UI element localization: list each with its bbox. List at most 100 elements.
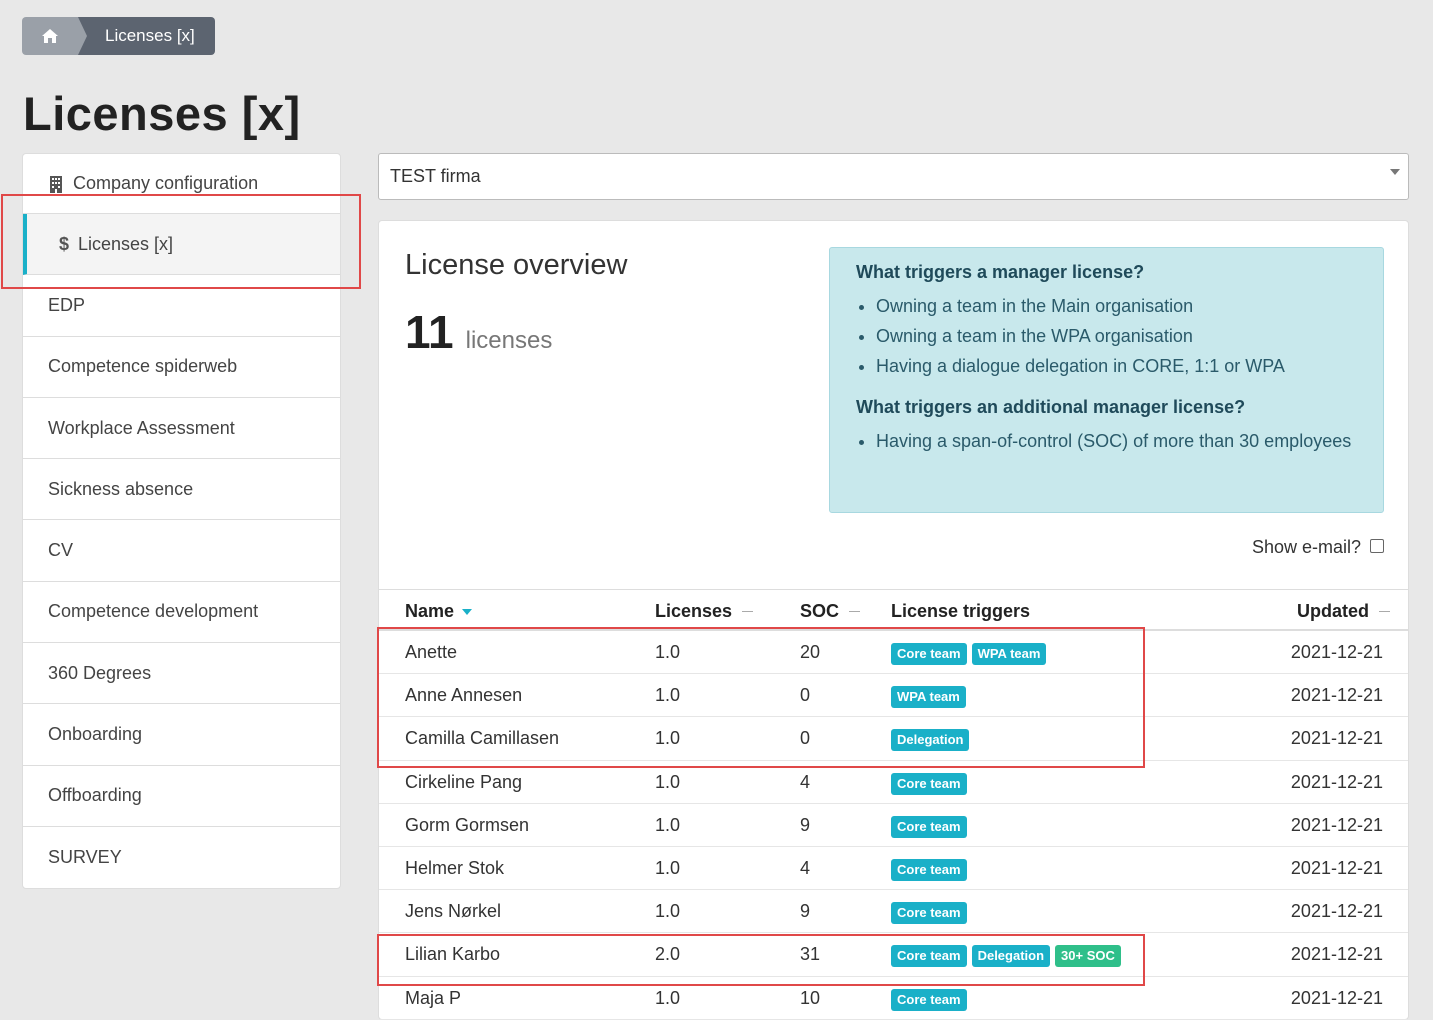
col-updated-label: Updated: [1297, 601, 1369, 621]
info-heading: What triggers a manager license?: [856, 262, 1145, 282]
table-row: Jens Nørkel 1.0 9 Core team 2021-12-21: [379, 890, 1408, 934]
info-list-item: Owning a team in the Main organisation: [876, 291, 1357, 321]
cell-soc: 0: [800, 728, 811, 749]
info-list: Owning a team in the Main organisation O…: [856, 291, 1357, 381]
col-soc-header[interactable]: SOC: [800, 601, 861, 622]
table-row: Helmer Stok 1.0 4 Core team 2021-12-21: [379, 847, 1408, 891]
cell-triggers: Core team: [891, 988, 967, 1011]
cell-licenses: 1.0: [655, 728, 681, 749]
cell-triggers: Core team WPA team: [891, 643, 1047, 665]
sidebar-item-competence-development[interactable]: Competence development: [23, 582, 340, 644]
sidebar-item-label: Offboarding: [48, 785, 142, 806]
cell-licenses: 2.0: [655, 944, 681, 965]
license-count-label: licenses: [465, 327, 553, 354]
license-table: Name Licenses SOC License triggers Updat…: [379, 589, 1408, 1020]
sidebar-item-360-degrees[interactable]: 360 Degrees: [23, 643, 340, 705]
overview-title: License overview: [405, 249, 628, 281]
cell-triggers: WPA team: [891, 686, 966, 709]
trigger-badge: Core team: [891, 815, 967, 838]
sort-desc-icon: [462, 608, 473, 615]
chevron-down-icon: [1390, 169, 1400, 175]
license-count: 11 licenses: [405, 305, 552, 359]
table-row: Anette 1.0 20 Core team WPA team 2021-12-21: [379, 631, 1408, 675]
sidebar-item-cv[interactable]: CV: [23, 520, 340, 582]
cell-licenses: 1.0: [655, 814, 681, 835]
cell-triggers: Core team: [891, 772, 967, 795]
show-email-label: Show e-mail?: [1251, 537, 1361, 557]
col-licenses-label: Licenses: [655, 601, 733, 621]
sidebar-item-competence-spiderweb[interactable]: Competence spiderweb: [23, 337, 340, 398]
cell-updated: 2021-12-21: [1290, 728, 1383, 749]
cell-licenses: 1.0: [655, 642, 681, 662]
cell-name: Gorm Gormsen: [405, 814, 530, 835]
sidebar-item-licenses[interactable]: $ Licenses [x]: [23, 214, 340, 276]
cell-soc: 9: [800, 901, 811, 922]
trigger-badge: 30+ SOC: [1055, 945, 1121, 968]
cell-updated: 2021-12-21: [1290, 987, 1383, 1008]
cell-soc: 4: [800, 771, 811, 792]
info-list-item: Having a dialogue delegation in CORE, 1:…: [876, 351, 1357, 381]
trigger-badge: Delegation: [891, 729, 970, 752]
trigger-badge: Core team: [891, 988, 967, 1011]
sidebar-item-label: Competence spiderweb: [48, 356, 238, 377]
trigger-badge: Core team: [891, 772, 967, 795]
cell-soc: 20: [800, 642, 821, 662]
cell-updated: 2021-12-21: [1290, 771, 1383, 792]
cell-name: Camilla Camillasen: [405, 728, 560, 749]
sort-none-icon: [849, 611, 861, 612]
cell-licenses: 1.0: [655, 857, 681, 878]
table-row: Anne Annesen 1.0 0 WPA team 2021-12-21: [379, 674, 1408, 718]
cell-triggers: Core team Delegation 30+ SOC: [891, 945, 1121, 968]
cell-triggers: Delegation: [891, 729, 970, 752]
cell-updated: 2021-12-21: [1290, 814, 1383, 835]
cell-soc: 0: [800, 685, 811, 706]
sidebar-item-survey[interactable]: SURVEY: [23, 827, 340, 888]
page-title: Licenses [x]: [23, 87, 301, 140]
license-panel: License overview 11 licenses What trigge…: [378, 220, 1409, 1020]
table-row: Maja P 1.0 10 Core team 2021-12-21: [379, 977, 1408, 1020]
sort-none-icon: [1379, 611, 1390, 612]
col-updated-header[interactable]: Updated: [1297, 601, 1390, 622]
sidebar-item-label: EDP: [48, 294, 86, 315]
cell-soc: 9: [800, 814, 811, 835]
info-heading: What triggers an additional manager lice…: [856, 397, 1246, 417]
company-select-value: TEST firma: [390, 166, 481, 186]
dollar-icon: $: [59, 233, 70, 254]
sort-none-icon: [742, 611, 754, 612]
sidebar-item-edp[interactable]: EDP: [23, 275, 340, 337]
col-licenses-header[interactable]: Licenses: [655, 601, 754, 622]
cell-updated: 2021-12-21: [1290, 685, 1383, 706]
cell-name: Lilian Karbo: [405, 944, 501, 965]
sidebar-item-workplace-assessment[interactable]: Workplace Assessment: [23, 398, 340, 460]
cell-soc: 10: [800, 987, 821, 1008]
show-email-checkbox[interactable]: [1370, 539, 1384, 553]
cell-licenses: 1.0: [655, 685, 681, 706]
company-select[interactable]: TEST firma: [378, 153, 1409, 200]
sidebar-item-label: Onboarding: [48, 724, 143, 745]
sidebar-item-sickness-absence[interactable]: Sickness absence: [23, 459, 340, 521]
cell-licenses: 1.0: [655, 987, 681, 1008]
cell-name: Anette: [405, 642, 458, 662]
cell-soc: 31: [800, 944, 821, 965]
trigger-badge: Core team: [891, 858, 967, 881]
cell-triggers: Core team: [891, 858, 967, 881]
cell-name: Anne Annesen: [405, 685, 523, 706]
cell-triggers: Core team: [891, 815, 967, 838]
cell-name: Jens Nørkel: [405, 901, 502, 922]
col-triggers-label: License triggers: [891, 601, 1031, 621]
show-email[interactable]: Show e-mail?: [1252, 537, 1384, 558]
home-icon: [42, 29, 58, 43]
col-soc-label: SOC: [800, 601, 840, 621]
sidebar-item-label: Sickness absence: [48, 478, 194, 499]
sidebar-item-label: SURVEY: [48, 847, 122, 868]
trigger-badge: Core team: [891, 902, 967, 925]
info-list: Having a span-of-control (SOC) of more t…: [856, 426, 1357, 456]
sidebar-item-onboarding[interactable]: Onboarding: [23, 704, 340, 766]
col-name-header[interactable]: Name: [405, 601, 473, 622]
breadcrumb-home[interactable]: [22, 17, 87, 55]
sidebar-item-label: CV: [48, 540, 74, 561]
cell-name: Helmer Stok: [405, 857, 505, 878]
table-row: Lilian Karbo 2.0 31 Core team Delegation 30+ …: [379, 933, 1408, 977]
sidebar-item-company-configuration[interactable]: Company configuration: [23, 154, 340, 214]
sidebar-item-offboarding[interactable]: Offboarding: [23, 766, 340, 827]
